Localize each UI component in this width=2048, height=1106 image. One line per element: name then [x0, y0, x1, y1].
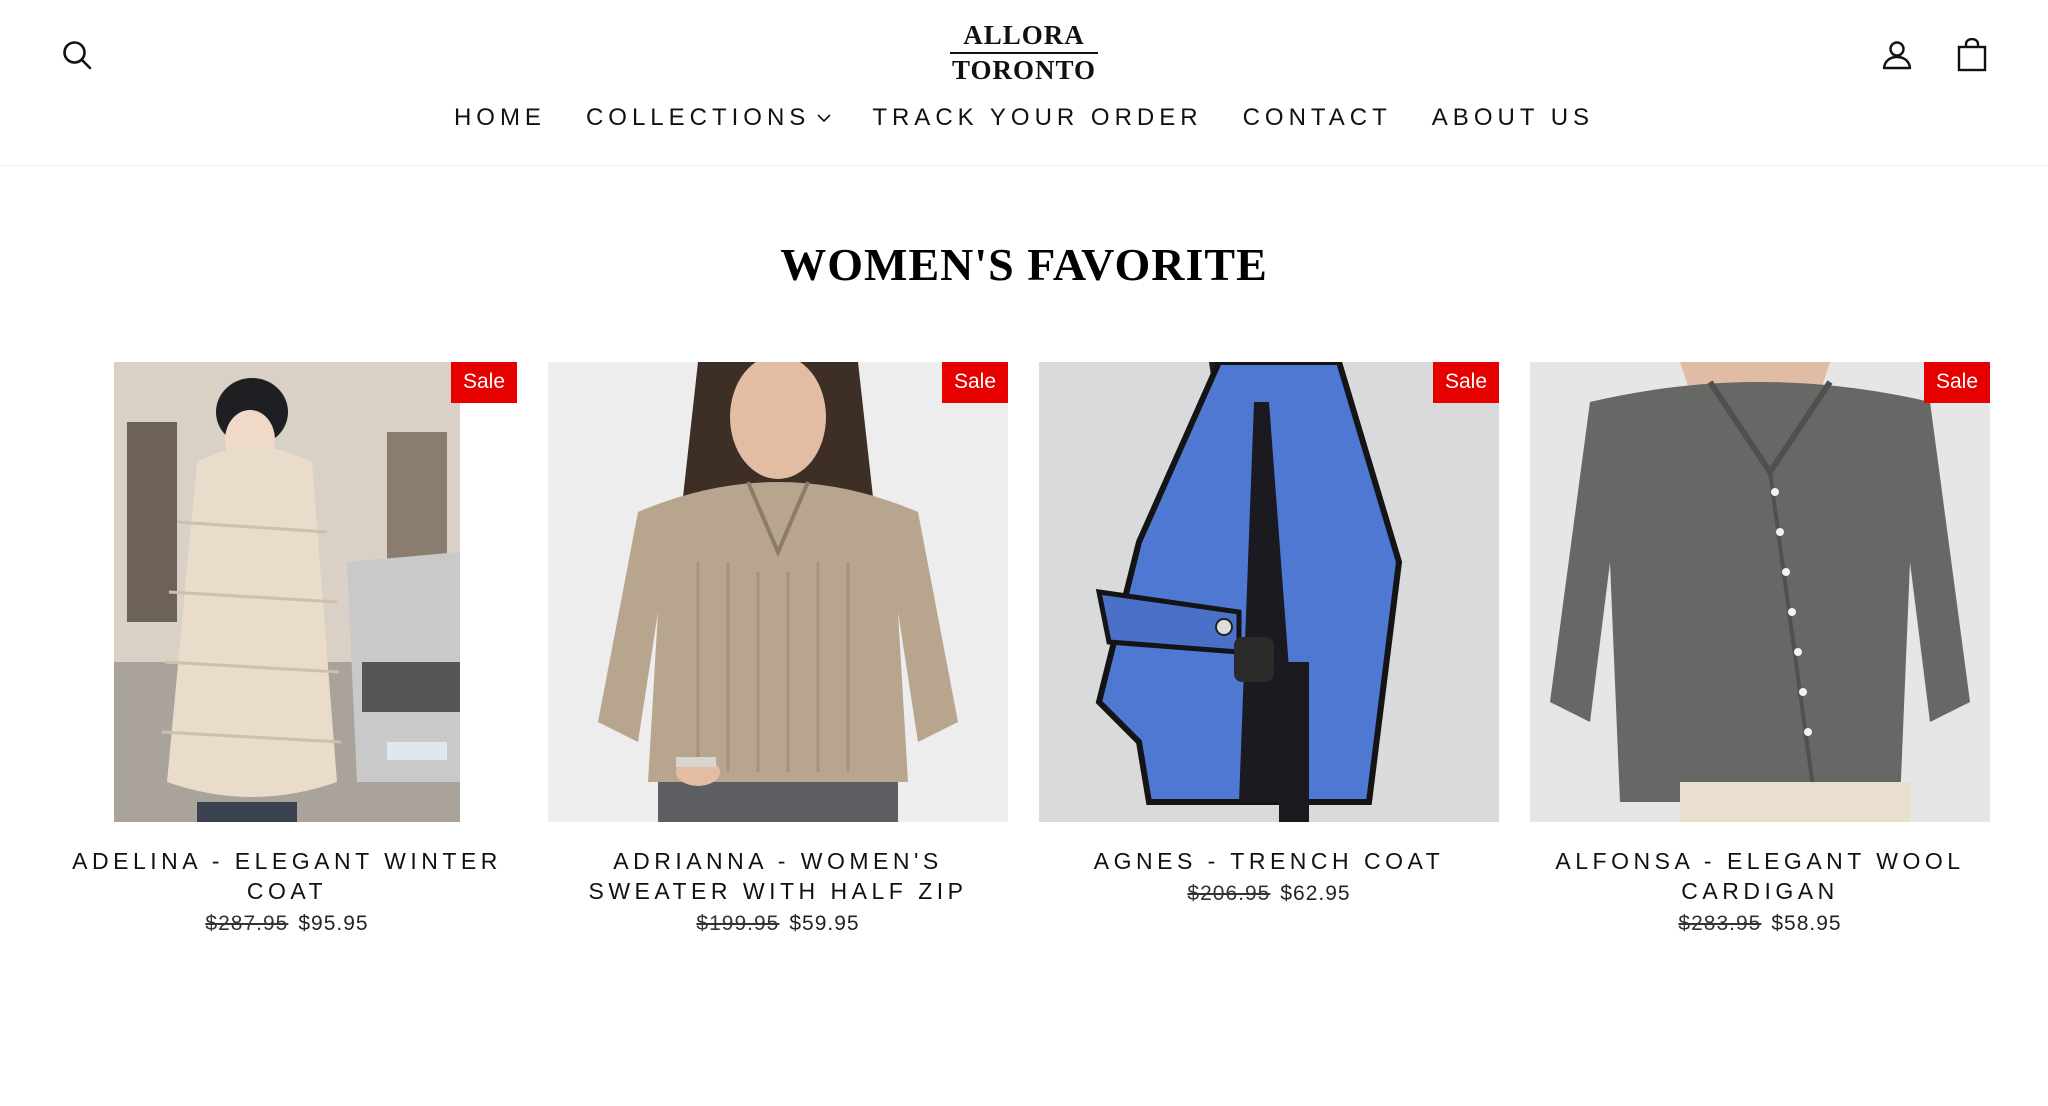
product-photo-adrianna: [548, 362, 1008, 822]
nav-collections-label: COLLECTIONS: [585, 104, 811, 131]
sale-badge: Sale: [1432, 362, 1499, 403]
original-price: $199.95: [696, 912, 780, 935]
product-card-adelina[interactable]: Sale ADELINA - ELEGANT WINTER COAT $287.…: [57, 362, 517, 936]
product-image[interactable]: Sale: [1039, 362, 1499, 822]
search-icon: [63, 41, 92, 70]
sale-badge: Sale: [941, 362, 1008, 403]
product-name[interactable]: AGNES - TRENCH COAT: [1039, 846, 1499, 876]
nav-contact-label: CONTACT: [1242, 104, 1392, 131]
nav-home[interactable]: HOME: [454, 104, 546, 132]
product-price: $206.95 $62.95: [1039, 882, 1499, 906]
nav-collections[interactable]: COLLECTIONS: [586, 104, 832, 132]
product-name[interactable]: ALFONSA - ELEGANT WOOL CARDIGAN: [1530, 846, 1990, 906]
product-name[interactable]: ADELINA - ELEGANT WINTER COAT: [57, 846, 517, 906]
user-icon: [1882, 41, 1912, 70]
original-price: $206.95: [1187, 882, 1271, 905]
product-photo-agnes: [1039, 362, 1499, 822]
shopping-bag-icon: [1957, 38, 1987, 72]
store-logo[interactable]: ALLORA TORONTO: [944, 20, 1104, 84]
product-card-adrianna[interactable]: Sale ADRIANNA - WOMEN'S SWEATER WITH HAL…: [548, 362, 1008, 936]
product-image[interactable]: Sale: [548, 362, 1008, 822]
sale-badge: Sale: [1923, 362, 1990, 403]
nav-home-label: HOME: [453, 104, 546, 131]
account-button[interactable]: [1873, 31, 1921, 79]
original-price: $287.95: [205, 912, 289, 935]
nav-about-us[interactable]: ABOUT US: [1432, 104, 1594, 132]
product-card-agnes[interactable]: Sale AGNES - TRENCH COAT $206.95 $62.95: [1039, 362, 1499, 906]
logo-divider: [950, 52, 1098, 54]
nav-about-us-label: ABOUT US: [1431, 104, 1595, 131]
product-price: $199.95 $59.95: [548, 912, 1008, 936]
sale-price: $58.95: [1771, 912, 1842, 935]
product-image[interactable]: Sale: [57, 362, 517, 822]
nav-contact[interactable]: CONTACT: [1243, 104, 1392, 132]
product-photo-alfonsa: [1530, 362, 1990, 822]
cart-button[interactable]: [1948, 31, 1996, 79]
product-photo-adelina: [57, 362, 517, 822]
product-price: $283.95 $58.95: [1530, 912, 1990, 936]
logo-line-1: ALLORA: [963, 20, 1085, 50]
nav-track-order[interactable]: TRACK YOUR ORDER: [872, 104, 1202, 132]
nav-track-order-label: TRACK YOUR ORDER: [872, 104, 1203, 131]
sale-badge: Sale: [450, 362, 517, 403]
sale-price: $95.95: [298, 912, 369, 935]
product-name[interactable]: ADRIANNA - WOMEN'S SWEATER WITH HALF ZIP: [548, 846, 1008, 906]
product-price: $287.95 $95.95: [57, 912, 517, 936]
main-navigation: HOME COLLECTIONS TRACK YOUR ORDER CONTAC…: [0, 104, 2048, 132]
section-title: WOMEN'S FAVORITE: [780, 239, 1268, 290]
original-price: $283.95: [1678, 912, 1762, 935]
product-card-alfonsa[interactable]: Sale ALFONSA - ELEGANT WOOL CARDIGAN $28…: [1530, 362, 1990, 936]
site-header: ALLORA TORONTO HOME COLLECTIONS TRACK YO…: [0, 0, 2048, 166]
sale-price: $59.95: [789, 912, 860, 935]
logo-line-2: TORONTO: [951, 55, 1097, 85]
search-button[interactable]: [53, 31, 101, 79]
sale-price: $62.95: [1280, 882, 1351, 905]
product-image[interactable]: Sale: [1530, 362, 1990, 822]
chevron-down-icon: [816, 113, 832, 123]
